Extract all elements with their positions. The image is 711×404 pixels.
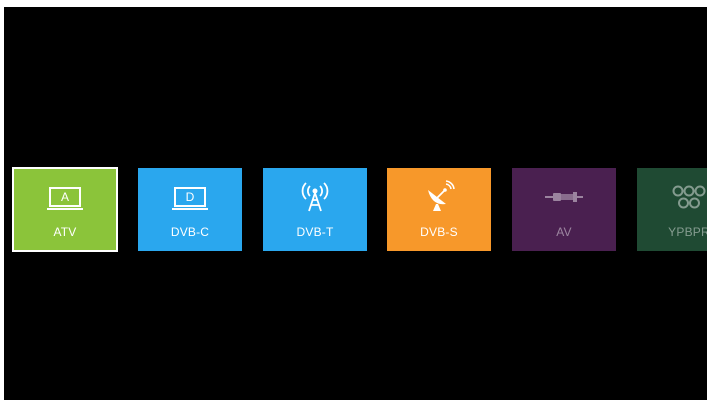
component-ports-icon: [669, 180, 707, 214]
satellite-dish-icon: [419, 180, 459, 214]
source-label-ypbpr: YPBPR: [668, 225, 707, 239]
source-selector-screen: A ATV D DVB-C DVB-T DVB-S AV YPBPR: [4, 7, 707, 400]
av-cable-icon: [544, 180, 584, 214]
digital-tv-glyph: D: [172, 187, 208, 210]
source-label-dvbt: DVB-T: [296, 225, 334, 239]
source-tile-ypbpr[interactable]: YPBPR: [637, 168, 707, 251]
antenna-icon: [295, 180, 335, 214]
source-tile-av[interactable]: AV: [512, 168, 616, 251]
digital-tv-icon: D: [170, 180, 210, 214]
analog-tv-glyph: A: [47, 187, 83, 210]
source-tile-dvbc[interactable]: D DVB-C: [138, 168, 242, 251]
source-label-av: AV: [556, 225, 572, 239]
source-tile-atv[interactable]: A ATV: [12, 167, 118, 252]
source-label-dvbs: DVB-S: [420, 225, 458, 239]
source-tile-dvbt[interactable]: DVB-T: [263, 168, 367, 251]
source-tile-dvbs[interactable]: DVB-S: [387, 168, 491, 251]
analog-tv-icon: A: [45, 180, 85, 214]
source-label-dvbc: DVB-C: [170, 225, 210, 239]
source-label-atv: ATV: [53, 225, 77, 239]
